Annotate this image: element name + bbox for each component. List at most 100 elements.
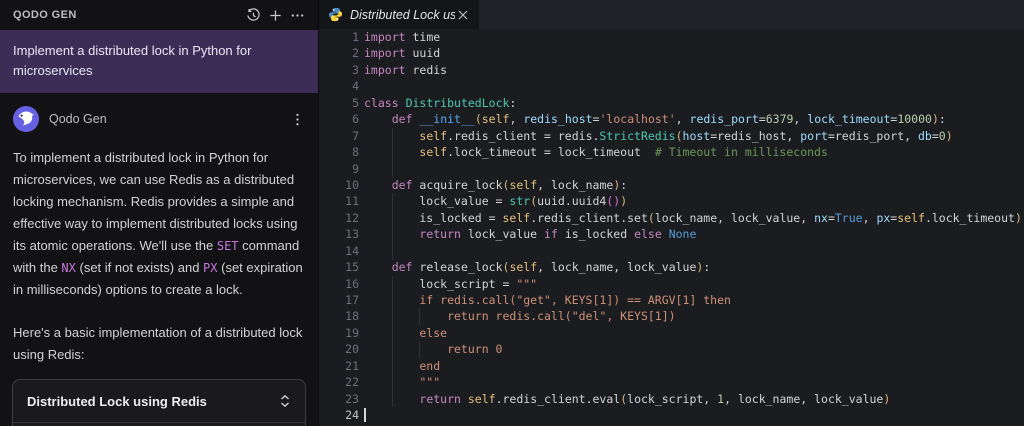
qodo-avatar-icon xyxy=(13,106,39,132)
indent-guide xyxy=(391,242,393,260)
code-line-content: def __init__(self, redis_host='localhost… xyxy=(391,112,946,127)
code-line: 18 return redis.call("del", KEYS[1]) xyxy=(319,308,1024,325)
code-line-content: end xyxy=(364,358,441,373)
line-number: 4 xyxy=(352,79,359,94)
line-number: 12 xyxy=(345,210,359,225)
code-line: 10 def acquire_lock(self, lock_name): xyxy=(319,177,1024,193)
code-line-content: return lock_value if is_locked else None xyxy=(419,227,697,242)
code-line: 1 import time xyxy=(319,29,1024,45)
line-number: 8 xyxy=(352,145,359,160)
code-block-toolbar xyxy=(13,422,305,426)
line-number: 9 xyxy=(352,161,359,176)
line-number: 18 xyxy=(345,309,359,324)
assistant-header-row: Qodo Gen xyxy=(0,93,318,132)
more-vertical-icon[interactable] xyxy=(286,108,308,130)
app-window: QODO GEN Implement a distributed lock in… xyxy=(0,0,1024,426)
code-line-content: """ xyxy=(364,375,441,390)
code-line: 11 lock_value = str(uuid.uuid4()) xyxy=(319,193,1024,210)
line-number: 13 xyxy=(345,227,359,242)
code-line: 24 xyxy=(319,407,1024,423)
python-icon xyxy=(328,7,343,22)
code-line-content: import time xyxy=(364,30,441,44)
code-line-content: def release_lock(self, lock_name, lock_v… xyxy=(391,260,711,275)
code-line: 9 xyxy=(319,160,1024,177)
editor-tab[interactable]: Distributed Lock using Redis xyxy=(319,0,479,29)
code-line: 4 xyxy=(319,78,1024,94)
collapse-expand-icon[interactable] xyxy=(278,393,292,409)
code-line: 20 return 0 xyxy=(319,341,1024,358)
line-number: 24 xyxy=(345,408,359,423)
code-block-header[interactable]: Distributed Lock using Redis xyxy=(13,380,305,422)
code-line: 12 is_locked = self.redis_client.set(loc… xyxy=(319,209,1024,227)
line-number: 2 xyxy=(352,46,359,61)
code-line-content: lock_value = str(uuid.uuid4()) xyxy=(364,194,628,209)
inline-code: NX xyxy=(61,261,76,275)
code-line-content: is_locked = self.redis_client.set(lock_n… xyxy=(364,210,1022,225)
line-number: 17 xyxy=(345,293,359,307)
code-block-card: Distributed Lock using Redis xyxy=(12,379,306,426)
followup-paragraph: Here's a basic implementation of a distr… xyxy=(13,325,303,362)
editor-pane: Distributed Lock using Redis 1 import tim… xyxy=(318,0,1024,426)
line-number: 20 xyxy=(345,342,359,357)
tab-bar: Distributed Lock using Redis xyxy=(319,0,1024,29)
tab-title: Distributed Lock using Redis xyxy=(350,7,455,22)
code-line: 16 lock_script = """ xyxy=(319,275,1024,292)
history-icon[interactable] xyxy=(242,4,264,26)
code-line-content: if redis.call("get", KEYS[1]) == ARGV[1]… xyxy=(364,293,731,307)
code-line-content: return self.redis_client.eval(lock_scrip… xyxy=(419,391,891,406)
line-number: 11 xyxy=(345,194,359,209)
line-number: 15 xyxy=(345,260,359,275)
inline-code: PX xyxy=(203,261,218,275)
line-number: 16 xyxy=(345,276,359,291)
code-line-content: self.lock_timeout = lock_timeout # Timeo… xyxy=(419,145,828,160)
code-line-content: lock_script = """ xyxy=(364,276,538,291)
code-line: 13 return lock_value if is_locked else N… xyxy=(319,226,1024,243)
code-block-title: Distributed Lock using Redis xyxy=(27,393,207,409)
line-number: 14 xyxy=(345,243,359,258)
code-editor[interactable]: 1 import time 2 import uuid 3 import redis 4 5 c… xyxy=(319,29,1024,426)
line-number: 3 xyxy=(352,62,359,77)
code-line-content: return redis.call("del", KEYS[1]) xyxy=(364,309,676,324)
text-cursor xyxy=(364,408,366,423)
assistant-name: Qodo Gen xyxy=(49,112,107,126)
line-number: 7 xyxy=(352,128,359,143)
line-number: 5 xyxy=(352,95,359,110)
panel-title: QODO GEN xyxy=(13,9,77,21)
code-line-content: def acquire_lock(self, lock_name): xyxy=(391,177,628,192)
user-message: Implement a distributed lock in Python f… xyxy=(0,30,318,93)
line-number: 23 xyxy=(345,391,359,406)
qodo-gen-panel: QODO GEN Implement a distributed lock in… xyxy=(0,0,318,426)
code-line: 7 self.redis_client = redis.StrictRedis(… xyxy=(319,127,1024,145)
code-line-content: import redis xyxy=(364,62,448,77)
code-line-content: self.redis_client = redis.StrictRedis(ho… xyxy=(419,128,953,143)
code-line: 8 self.lock_timeout = lock_timeout # Tim… xyxy=(319,144,1024,161)
assistant-paragraph: To implement a distributed lock in Pytho… xyxy=(0,132,318,301)
line-number: 6 xyxy=(352,112,359,127)
code-line: 22 """ xyxy=(319,374,1024,391)
code-line-content: return 0 xyxy=(364,342,503,357)
tab-close-icon[interactable] xyxy=(455,7,471,23)
code-line: 23 return self.redis_client.eval(lock_sc… xyxy=(319,390,1024,408)
code-line: 3 import redis xyxy=(319,62,1024,78)
code-line-content: class DistributedLock: xyxy=(364,95,517,110)
code-line: 14 xyxy=(319,242,1024,260)
line-number: 21 xyxy=(345,358,359,373)
indent-guide xyxy=(391,160,393,177)
code-line: 2 import uuid xyxy=(319,45,1024,61)
line-number: 1 xyxy=(352,30,359,44)
code-line-content: import uuid xyxy=(364,46,441,61)
line-number: 10 xyxy=(345,177,359,192)
line-number: 22 xyxy=(345,375,359,390)
code-line: 21 end xyxy=(319,357,1024,375)
new-chat-icon[interactable] xyxy=(264,4,286,26)
more-horizontal-icon[interactable] xyxy=(286,4,308,26)
code-line: 17 if redis.call("get", KEYS[1]) == ARGV… xyxy=(319,292,1024,309)
panel-header: QODO GEN xyxy=(0,0,318,30)
code-line: 19 else xyxy=(319,324,1024,342)
paragraph-text: (set if not exists) and xyxy=(75,260,204,275)
line-number: 19 xyxy=(345,325,359,340)
code-line: 6 def __init__(self, redis_host='localho… xyxy=(319,111,1024,127)
code-line: 5 class DistributedLock: xyxy=(319,95,1024,111)
code-line: 15 def release_lock(self, lock_name, loc… xyxy=(319,259,1024,275)
code-line-content: else xyxy=(364,325,448,340)
